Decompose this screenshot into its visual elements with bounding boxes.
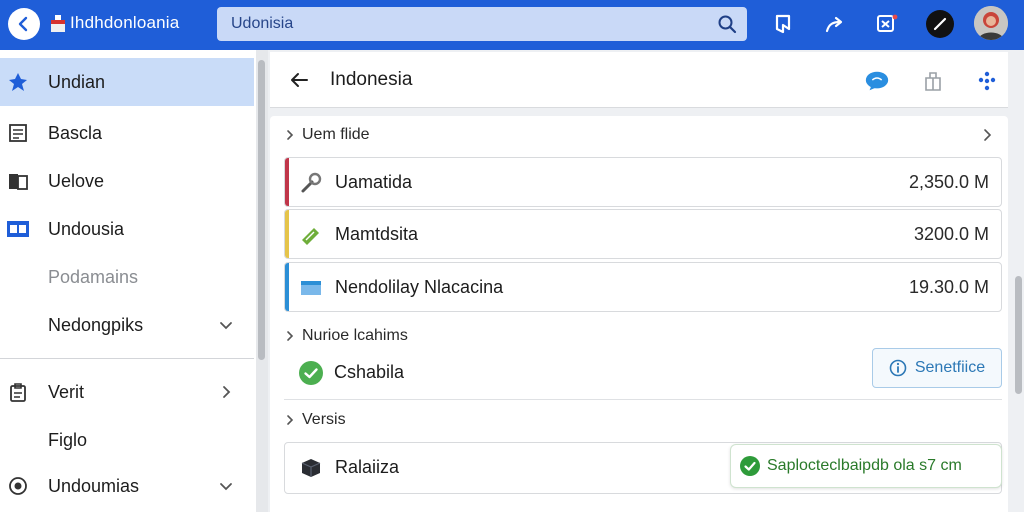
sidebar-scrollbar[interactable]	[256, 50, 268, 512]
app-logo-icon	[51, 15, 65, 32]
card-accent-bar	[285, 210, 289, 258]
card-value: 19.30.0 M	[908, 277, 989, 297]
senetfiice-button[interactable]: Senetfiice	[872, 348, 1002, 388]
sidebar-item-label: Podamains	[48, 266, 139, 287]
window-icon	[6, 217, 30, 241]
sidebar-item-label: Nedongpiks	[48, 314, 144, 335]
bookmark-icon	[775, 14, 791, 34]
sidebar-item-label: Bascla	[48, 122, 103, 143]
card-accent-bar	[285, 263, 289, 311]
chevron-down-icon	[220, 322, 232, 330]
card-label: Uamatida	[335, 172, 413, 192]
chat-button[interactable]	[864, 68, 890, 94]
sidebar-item-label: Figlo	[48, 429, 88, 450]
person-photo-icon	[974, 6, 1008, 40]
sidebar-item-nedongpiks[interactable]: Nedongpiks	[0, 301, 254, 349]
arrow-left-icon[interactable]	[288, 69, 310, 91]
card-value: 2,350.0 M	[908, 172, 989, 192]
search-input[interactable]: Udonisia	[231, 15, 293, 33]
list-icon	[6, 121, 30, 145]
chevron-right-icon	[287, 331, 294, 341]
search-icon[interactable]	[717, 14, 737, 34]
slash-icon	[933, 17, 947, 31]
main-content: Uem flide Uamatida 2,350.0 M Mamtdsita 3…	[270, 116, 1008, 512]
account-avatar[interactable]	[926, 10, 954, 38]
success-toast[interactable]: Saplocteclbaipdb ola s7 cm	[730, 444, 1002, 488]
top-app-bar: Ihdhdonloania Udonisia	[0, 0, 1024, 50]
sidebar-item-label: Undian	[48, 71, 106, 92]
data-card[interactable]: Uamatida 2,350.0 M	[284, 157, 1002, 207]
pin-icon	[6, 70, 30, 94]
status-row-label: Cshabila	[334, 362, 405, 382]
card-value: 3200.0 M	[913, 224, 989, 244]
sidebar-item-label: Uelove	[48, 170, 105, 191]
chat-bubble-icon	[865, 71, 889, 91]
chevron-right-icon	[287, 130, 294, 140]
section-title: Nurioe lcahims	[302, 327, 408, 344]
apps-grid-icon	[978, 71, 996, 91]
sidebar-item-podamains[interactable]: Podamains	[0, 253, 254, 301]
chevron-right-icon[interactable]	[980, 128, 994, 142]
sidebar-item-label: Undousia	[48, 218, 125, 239]
archive-icon	[925, 72, 941, 91]
sidebar-item-bascla[interactable]: Bascla	[0, 109, 254, 157]
sidebar: Undian Bascla Uelove Undousia Podamains …	[0, 50, 256, 512]
wrench-icon	[301, 172, 322, 193]
sidebar-divider	[0, 358, 254, 359]
more-options-button[interactable]	[974, 68, 1000, 94]
section-header-versis[interactable]: Versis	[284, 411, 346, 429]
main-scrollbar[interactable]	[1012, 52, 1024, 512]
sidebar-scrollbar-thumb[interactable]	[258, 60, 265, 360]
toast-message: Saplocteclbaipdb ola s7 cm	[767, 457, 962, 474]
clipboard-icon	[6, 380, 30, 404]
cube-icon	[301, 459, 321, 477]
app-title: Ihdhdonloania	[70, 13, 180, 32]
card-label: Mamtdsita	[335, 224, 419, 244]
extensions-button[interactable]	[874, 11, 900, 37]
tag-icon	[302, 228, 319, 245]
chevron-down-icon	[220, 483, 232, 491]
sidebar-item-verit[interactable]: Verit	[0, 368, 254, 416]
page-header: Indonesia	[270, 52, 1008, 108]
sidebar-item-label: Undoumias	[48, 475, 140, 496]
chevron-right-icon	[223, 386, 231, 398]
sidebar-item-undousia[interactable]: Undousia	[0, 205, 254, 253]
user-avatar[interactable]	[974, 6, 1008, 40]
puzzle-icon	[877, 14, 898, 32]
check-circle-icon	[299, 361, 323, 385]
data-card[interactable]: Mamtdsita 3200.0 M	[284, 209, 1002, 259]
section-header-nurioe[interactable]: Nurioe lcahims	[284, 327, 408, 345]
card-label: Ralaiiza	[335, 457, 400, 477]
data-card[interactable]: Nendolilay Nlacacina 19.30.0 M	[284, 262, 1002, 312]
search-bar[interactable]: Udonisia	[217, 7, 747, 41]
section-header-uem-flide[interactable]: Uem flide	[284, 126, 1002, 144]
folder-icon	[6, 169, 30, 193]
sidebar-item-uelove[interactable]: Uelove	[0, 157, 254, 205]
share-arrow-icon	[825, 16, 843, 33]
sidebar-item-figlo[interactable]: Figlo	[0, 416, 254, 464]
card-label: Nendolilay Nlacacina	[335, 277, 504, 297]
radio-icon	[6, 474, 30, 498]
chevron-right-icon	[287, 415, 294, 425]
bookmark-button[interactable]	[770, 11, 796, 37]
section-title: Uem flide	[302, 126, 370, 143]
info-circle-icon	[889, 359, 907, 377]
arrow-left-icon	[18, 16, 28, 32]
button-label: Senetfiice	[914, 359, 986, 376]
main-scrollbar-thumb[interactable]	[1015, 276, 1022, 394]
page-title: Indonesia	[330, 69, 413, 90]
card-accent-bar	[285, 158, 289, 206]
check-circle-icon	[740, 456, 760, 476]
sidebar-item-label: Verit	[48, 381, 85, 402]
back-button[interactable]	[8, 8, 40, 40]
section-title: Versis	[302, 411, 346, 428]
archive-button[interactable]	[920, 68, 946, 94]
divider	[284, 399, 1002, 400]
sidebar-item-undoumias[interactable]: Undoumias	[0, 462, 254, 510]
share-button[interactable]	[822, 11, 848, 37]
sidebar-item-undian[interactable]: Undian	[0, 58, 254, 106]
window-icon	[301, 281, 321, 295]
